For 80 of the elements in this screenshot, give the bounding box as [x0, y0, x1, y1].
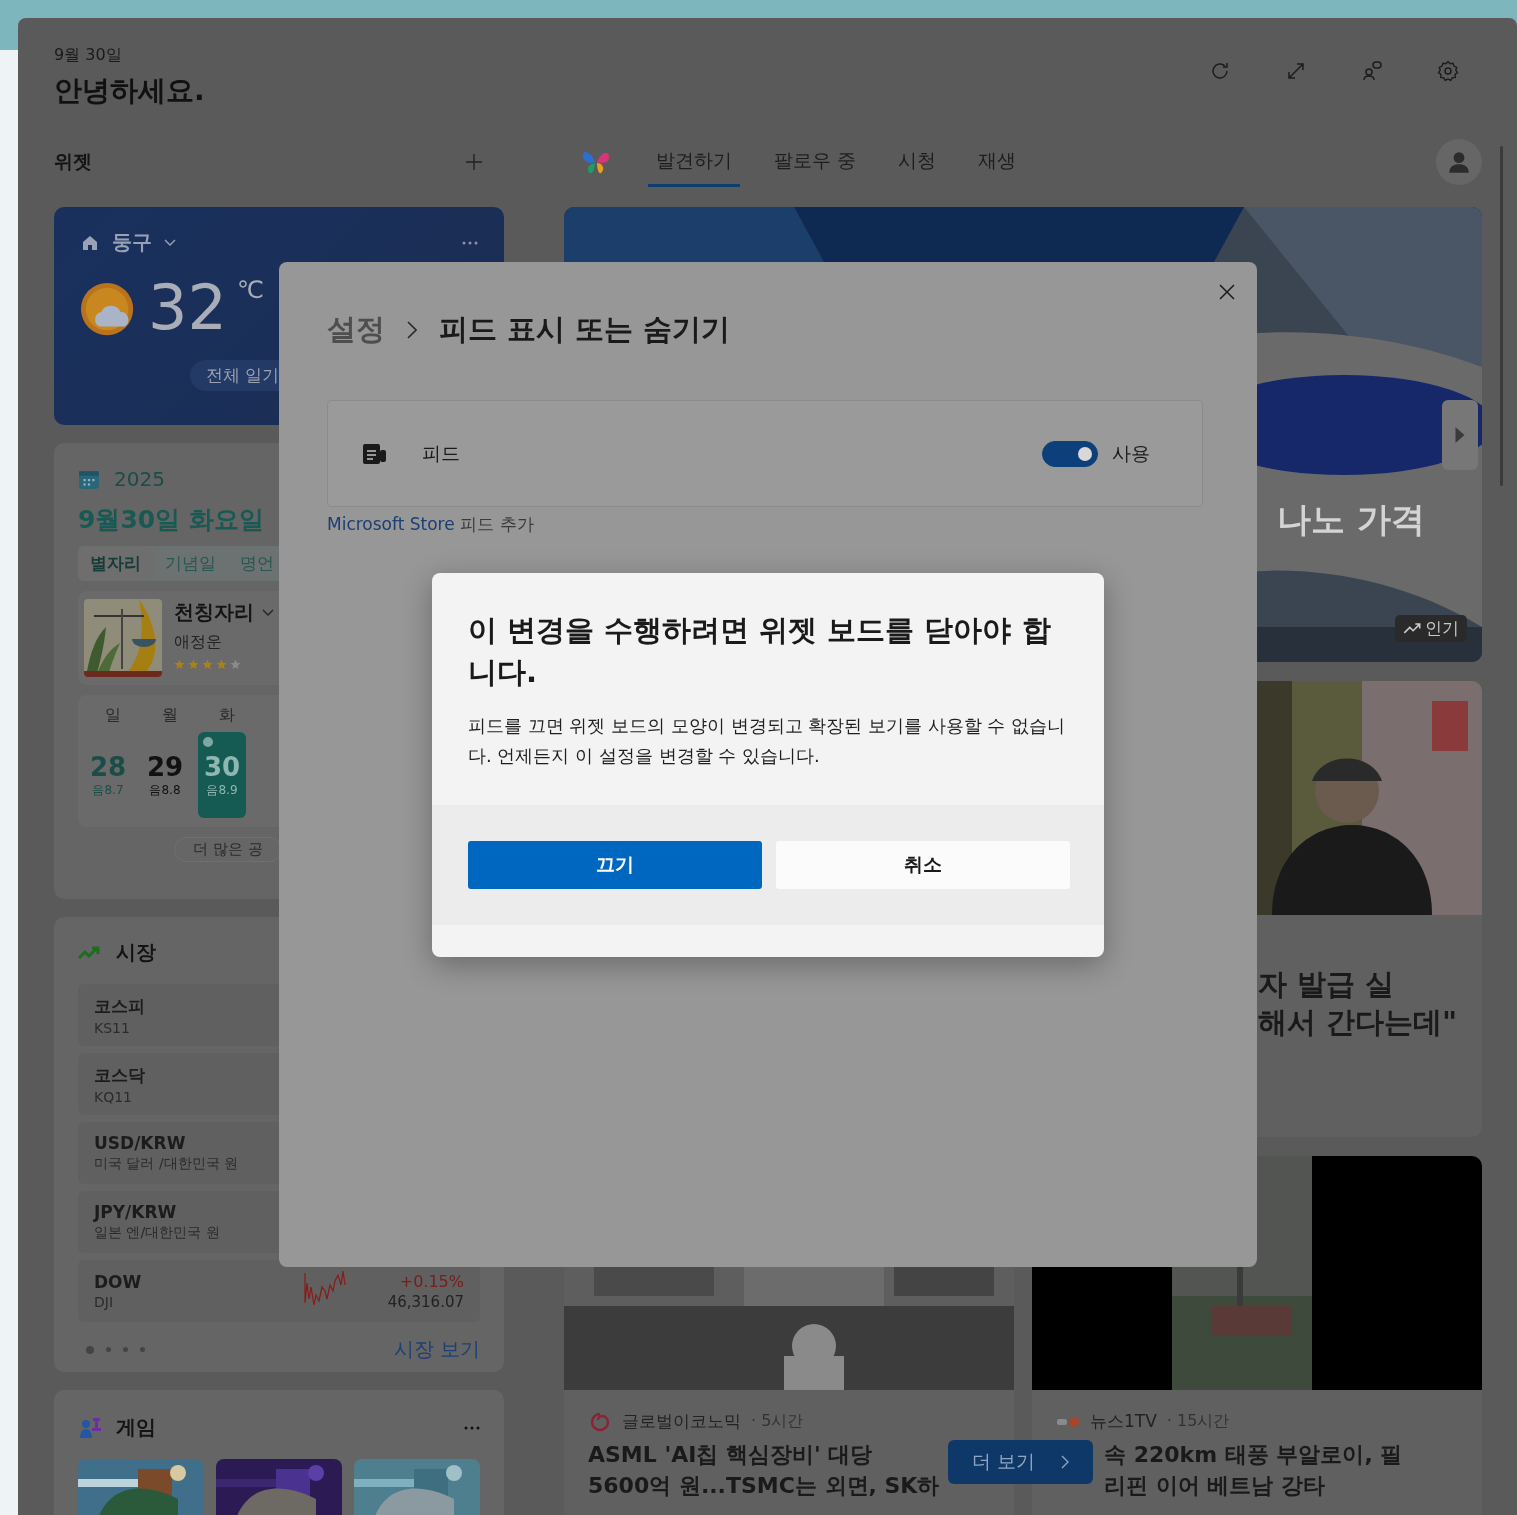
location-text: 둥구 [112, 229, 152, 256]
trend-up-icon [78, 945, 102, 960]
more-icon[interactable] [464, 1425, 480, 1430]
star-icon [216, 659, 227, 670]
add-icon[interactable] [464, 152, 484, 172]
star-icon [174, 659, 185, 670]
index-name: JPY/KRW [94, 1202, 178, 1222]
headline-text: ASML 'AI칩 핵심장비' 대당 5600억 원...TSMC는 외면, SK하 [588, 1441, 940, 1500]
turn-off-button[interactable]: 끄기 [468, 841, 762, 889]
scrollbar[interactable] [1500, 146, 1503, 486]
page-dot[interactable] [140, 1347, 145, 1352]
avatar-icon[interactable] [1436, 139, 1482, 185]
games-title: 게임 [116, 1414, 156, 1441]
star-icon [188, 659, 199, 670]
day-cell[interactable]: 30 음8.9 [198, 732, 246, 818]
headline-text: 나노 가격 [1277, 498, 1425, 541]
see-market-link[interactable]: 시장 보기 [393, 1336, 480, 1363]
calendar-icon [78, 468, 100, 490]
temperature-text: 32 [148, 272, 227, 344]
feed-label: 피드 [422, 440, 460, 466]
index-name: 코스닥 [94, 1063, 146, 1087]
store-link[interactable]: Microsoft Store [327, 514, 455, 534]
chevron-right-icon [407, 321, 417, 339]
weekday-text: 일 [103, 705, 122, 726]
calendar-tab[interactable]: 기념일 [153, 546, 228, 581]
fortune-category-text: 애정운 [174, 632, 223, 653]
feed-tab[interactable]: 재생 [970, 137, 1025, 187]
index-name: DOW [94, 1272, 143, 1292]
play-icon [1454, 426, 1466, 444]
chevron-right-icon [1061, 1455, 1069, 1469]
page-title: 피드 표시 또는 숨기기 [439, 311, 731, 348]
widgets-title: 위젯 [54, 149, 92, 174]
people-icon[interactable] [1360, 59, 1384, 83]
zodiac-sign-text: 천칭자리 [174, 599, 254, 626]
headline-text: 자 발급 실 해서 간다는데" [1257, 966, 1459, 1041]
store-feed-text: Microsoft Store 피드 추가 [327, 513, 535, 536]
more-holidays-button[interactable]: 더 많은 공 [174, 837, 282, 862]
cancel-button[interactable]: 취소 [776, 841, 1070, 889]
market-title: 시장 [116, 939, 156, 966]
feed-tab[interactable]: 팔로우 중 [766, 137, 865, 187]
more-icon[interactable] [462, 240, 478, 245]
day-cell[interactable]: 29 음8.8 [141, 732, 189, 818]
toggle-state-text: 사용 [1112, 440, 1150, 466]
next-button[interactable] [1442, 400, 1478, 470]
feed-icon [362, 442, 388, 465]
index-name: USD/KRW [94, 1133, 187, 1153]
feed-tab[interactable]: 시청 [890, 137, 945, 187]
badge-text: 인기 [1425, 617, 1459, 640]
star-icon [202, 659, 213, 670]
price-text: 46,316.07 [387, 1292, 464, 1311]
settings-icon[interactable] [1436, 59, 1460, 83]
calendar-tab[interactable]: 별자리 [78, 546, 153, 581]
page-dot[interactable] [123, 1347, 128, 1352]
source-text: 뉴스1TV [1090, 1410, 1157, 1433]
greeting-text: 안녕하세요. [54, 72, 205, 109]
change-text: +0.15% [399, 1271, 464, 1291]
chevron-down-icon[interactable] [164, 238, 176, 247]
chevron-down-icon[interactable] [262, 608, 274, 617]
close-icon[interactable] [1219, 284, 1235, 300]
swirl-logo-icon [588, 1411, 612, 1432]
calendar-tab[interactable]: 명언 [228, 546, 286, 581]
day-cell[interactable]: 28 음8.7 [84, 732, 132, 818]
toggle-switch[interactable] [1042, 440, 1098, 467]
feed-tab[interactable]: 발견하기 [648, 137, 740, 187]
trend-up-icon [1403, 623, 1421, 634]
headline-text: 속 220km 태풍 부알로이, 필 리핀 이어 베트남 강타 [1104, 1441, 1403, 1500]
breadcrumb-link[interactable]: 설정 [327, 310, 385, 350]
weekday-text: 화 [217, 705, 236, 726]
index-name: 코스피 [94, 994, 146, 1018]
source-text: 글로벌이코노믹 [622, 1410, 741, 1433]
unit-text: ℃ [236, 276, 264, 304]
star-icon [230, 659, 241, 670]
page-dot[interactable] [86, 1345, 94, 1354]
year-text: 2025 [114, 467, 165, 491]
chess-pieces-icon [78, 1415, 102, 1440]
page-dot[interactable] [106, 1347, 111, 1352]
weekday-text: 월 [160, 705, 179, 726]
date-heading: 9월30일 화요일 [78, 504, 264, 536]
see-more-button[interactable]: 더 보기 [948, 1440, 1093, 1484]
date-text: 9월 30일 [54, 44, 123, 66]
